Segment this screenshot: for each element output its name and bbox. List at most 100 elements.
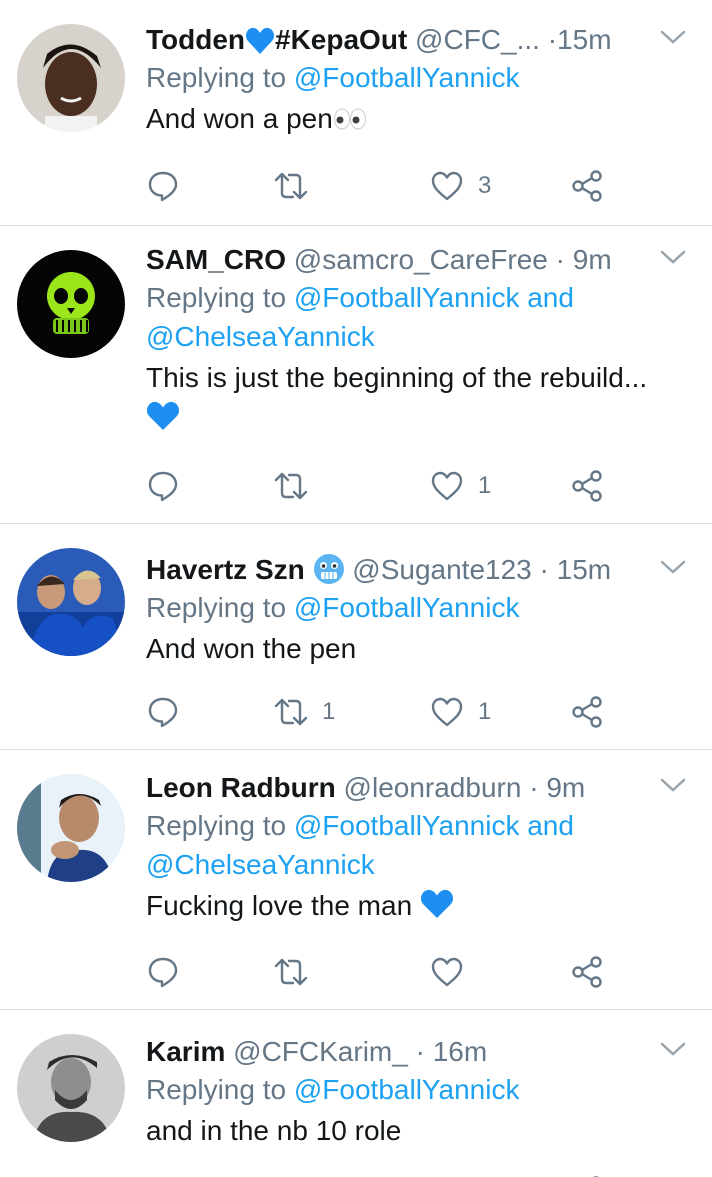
reply-button[interactable]: [146, 1172, 180, 1177]
reply-icon: [148, 171, 178, 202]
mention-link[interactable]: @FootballYannick: [294, 282, 520, 313]
share-button[interactable]: [570, 466, 604, 506]
cold-face-emoji: [313, 554, 344, 584]
mention-link[interactable]: @ChelseaYannick: [146, 849, 375, 880]
avatar[interactable]: [17, 250, 125, 358]
reply-button[interactable]: [146, 692, 194, 732]
mention-link[interactable]: @FootballYannick: [294, 62, 520, 93]
mention-joiner: and: [527, 282, 574, 313]
reply-button[interactable]: [146, 952, 194, 992]
timestamp[interactable]: 9m: [546, 772, 585, 803]
tweet-header: SAM_CRO @samcro_CareFree · 9m: [146, 242, 692, 278]
avatar-image: [17, 24, 125, 132]
retweet-button[interactable]: 1: [274, 692, 335, 732]
share-button[interactable]: [570, 692, 604, 732]
tweet-actions: [146, 1172, 616, 1177]
user-handle[interactable]: @leonradburn: [344, 772, 522, 803]
replying-to: Replying to @FootballYannick and @Chelse…: [146, 806, 692, 884]
eyes-emoji: [333, 108, 366, 130]
tweet[interactable]: Leon Radburn @leonradburn · 9m Replying …: [0, 750, 712, 1010]
user-handle[interactable]: @samcro_CareFree: [294, 244, 548, 275]
separator-dot: ·: [529, 772, 539, 803]
retweet-count: 1: [322, 698, 336, 725]
tweet[interactable]: Todden #KepaOut @CFC_... ·15m Replying to…: [0, 0, 712, 226]
like-button[interactable]: 3: [430, 166, 491, 206]
replying-to-label: Replying to: [146, 62, 287, 93]
like-button[interactable]: 1: [430, 466, 491, 506]
tweet[interactable]: Havertz Szn @Sugante123 · 15m Replying t…: [0, 524, 712, 750]
tweet[interactable]: SAM_CRO @samcro_CareFree · 9m Replying t…: [0, 226, 712, 524]
retweet-icon: [274, 172, 308, 200]
mention-link[interactable]: @FootballYannick: [294, 810, 520, 841]
tweet-text-content: This is just the beginning of the rebuil…: [146, 362, 648, 393]
timestamp[interactable]: 15m: [557, 554, 611, 585]
tweet[interactable]: Karim @CFCKarim_ · 16m Replying to @Foot…: [0, 1010, 712, 1177]
display-name[interactable]: Todden: [146, 24, 245, 55]
chevron-down-icon[interactable]: [658, 246, 688, 270]
timestamp[interactable]: 9m: [573, 244, 612, 275]
share-button[interactable]: [570, 952, 604, 992]
like-icon: [431, 697, 463, 727]
user-handle[interactable]: @CFC_...: [415, 24, 540, 55]
like-icon: [431, 957, 463, 987]
separator-dot: ·: [539, 554, 549, 585]
user-handle[interactable]: @Sugante123: [352, 554, 531, 585]
like-button[interactable]: [430, 952, 478, 992]
tweet-text-content: And won a pen: [146, 103, 333, 134]
tweet-header: Havertz Szn @Sugante123 · 15m: [146, 552, 692, 588]
replying-to-label: Replying to: [146, 282, 287, 313]
replying-to: Replying to @FootballYannick: [146, 58, 692, 97]
display-name[interactable]: Havertz Szn: [146, 554, 305, 585]
share-button[interactable]: [570, 1172, 604, 1177]
tweet-actions: 1: [146, 466, 616, 506]
mention-link[interactable]: @FootballYannick: [294, 592, 520, 623]
chevron-down-icon[interactable]: [658, 1038, 688, 1062]
blue-heart-emoji: [420, 889, 453, 918]
display-name[interactable]: Leon Radburn: [146, 772, 336, 803]
tweet-text-content: Fucking love the man: [146, 890, 413, 921]
reply-button[interactable]: [146, 466, 194, 506]
avatar[interactable]: [17, 1034, 125, 1142]
tweet-text: And won a pen: [146, 99, 692, 139]
share-icon: [572, 170, 602, 202]
avatar[interactable]: [17, 548, 125, 656]
retweet-button[interactable]: [274, 952, 322, 992]
replying-to-label: Replying to: [146, 1074, 287, 1105]
mention-link[interactable]: @ChelseaYannick: [146, 321, 375, 352]
tweet-text: This is just the beginning of the rebuil…: [146, 358, 692, 438]
like-button[interactable]: 1: [430, 692, 491, 732]
avatar-image: [17, 1034, 125, 1142]
chevron-down-icon[interactable]: [658, 774, 688, 798]
avatar[interactable]: [17, 24, 125, 132]
reply-button[interactable]: [146, 166, 194, 206]
separator-dot: ·: [547, 24, 558, 55]
like-button[interactable]: [430, 1172, 464, 1177]
user-handle[interactable]: @CFCKarim_: [233, 1036, 408, 1067]
tweet-header: Karim @CFCKarim_ · 16m: [146, 1034, 692, 1070]
replying-to-label: Replying to: [146, 592, 287, 623]
chevron-down-icon[interactable]: [658, 26, 688, 50]
tweet-text: And won the pen: [146, 633, 357, 664]
retweet-button[interactable]: [274, 1172, 308, 1177]
retweet-button[interactable]: [274, 166, 322, 206]
timestamp[interactable]: 15m: [557, 24, 611, 55]
mention-link[interactable]: @FootballYannick: [294, 1074, 520, 1105]
display-name-suffix: #KepaOut: [275, 24, 408, 55]
display-name[interactable]: SAM_CRO: [146, 244, 286, 275]
blue-heart-emoji: [146, 401, 180, 430]
avatar-image: [17, 250, 125, 358]
timestamp[interactable]: 16m: [433, 1036, 487, 1067]
replying-to-label: Replying to: [146, 810, 287, 841]
like-count: 1: [478, 698, 492, 725]
retweet-icon: [274, 698, 308, 726]
like-count: 3: [478, 172, 492, 199]
retweet-button[interactable]: [274, 466, 322, 506]
avatar[interactable]: [17, 774, 125, 882]
chevron-down-icon[interactable]: [658, 556, 688, 580]
timeline: Todden #KepaOut @CFC_... ·15m Replying to…: [0, 0, 712, 1177]
avatar-image: [17, 548, 125, 656]
share-icon: [572, 956, 602, 988]
reply-icon: [148, 471, 178, 502]
share-button[interactable]: [570, 166, 604, 206]
display-name[interactable]: Karim: [146, 1036, 225, 1067]
